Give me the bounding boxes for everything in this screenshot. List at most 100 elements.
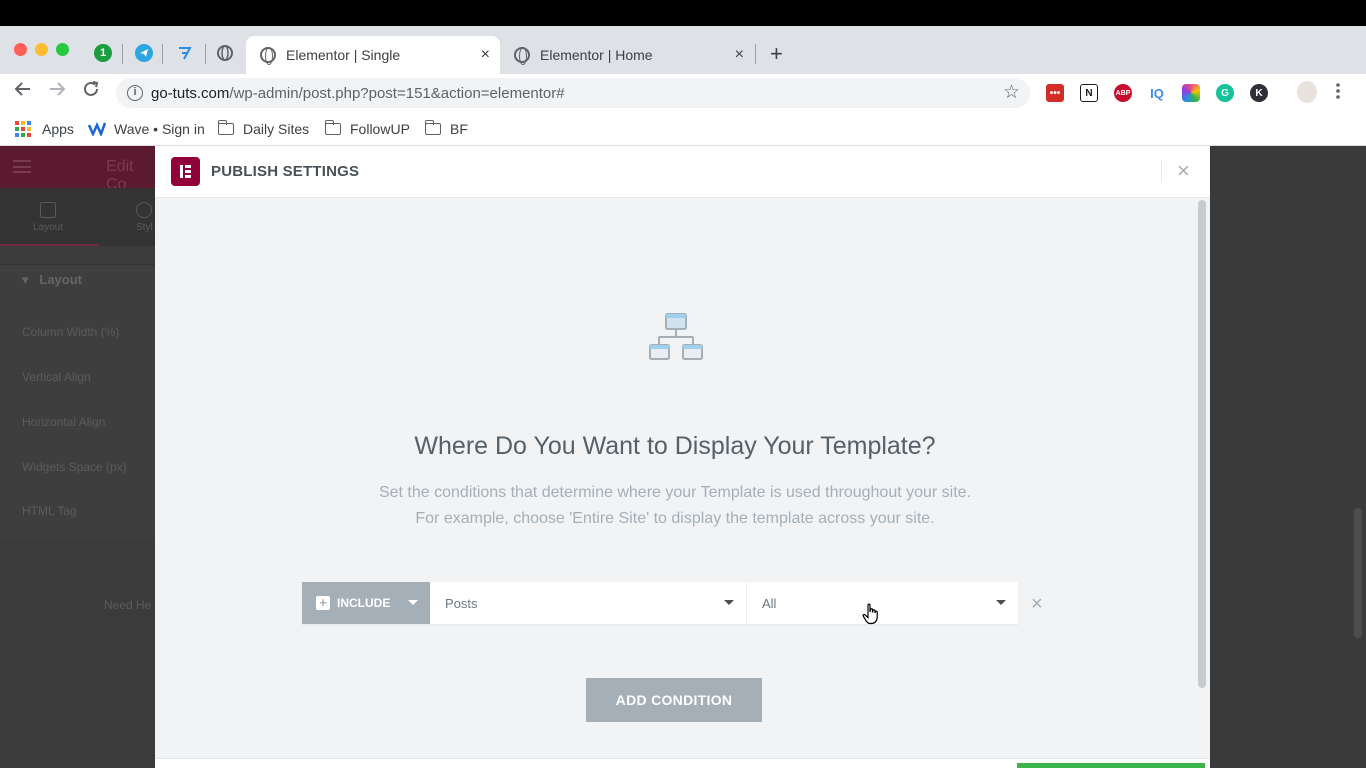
pinned-tab-globe-icon[interactable]	[216, 44, 234, 62]
close-icon[interactable]: ×	[1177, 158, 1190, 184]
bookmarks-bar: Apps Wave • Sign in Daily Sites FollowUP…	[0, 112, 1366, 146]
browser-toolbar: i go-tuts.com/wp-admin/post.php?post=151…	[0, 74, 1366, 112]
sitemap-icon	[649, 313, 703, 360]
iq-icon[interactable]: IQ	[1148, 84, 1166, 102]
modal-scrollbar[interactable]	[1198, 200, 1206, 688]
section-label: Layout	[39, 272, 82, 287]
bookmark-label: FollowUP	[350, 121, 410, 137]
bookmark-bf[interactable]: BF	[424, 120, 468, 137]
grammarly-icon[interactable]: G	[1216, 84, 1234, 102]
globe-icon	[514, 47, 530, 65]
hand-cursor-icon	[862, 603, 878, 625]
control-horizontal-align: Horizontal Align	[22, 415, 106, 429]
tab-style[interactable]: Styl	[136, 202, 153, 233]
tab-label: Elementor | Home	[540, 47, 653, 63]
description-line: Set the conditions that determine where …	[378, 484, 972, 501]
tab-close-icon[interactable]: ×	[735, 46, 744, 64]
window-close-button[interactable]	[14, 43, 27, 56]
pinned-tab-1password-icon[interactable]: 1	[94, 44, 112, 62]
bookmark-label: Apps	[42, 121, 74, 137]
hamburger-menu-icon[interactable]	[13, 160, 31, 173]
profile-avatar[interactable]	[1297, 81, 1317, 103]
back-arrow-icon[interactable]	[14, 80, 32, 104]
caret-down-icon	[996, 600, 1006, 605]
need-help-link[interactable]: Need He	[104, 598, 151, 612]
remove-condition-icon[interactable]: ×	[1031, 593, 1043, 616]
forward-arrow-icon[interactable]	[48, 80, 66, 104]
section-title-layout[interactable]: ▾ Layout	[22, 272, 82, 288]
tab-style-label: Styl	[136, 222, 153, 233]
tab-separator	[162, 44, 163, 64]
condition-sub-select[interactable]: All	[747, 582, 1018, 624]
tab-layout-label: Layout	[33, 222, 64, 233]
condition-sub-value: All	[762, 595, 777, 611]
tab-separator	[755, 44, 756, 64]
bookmark-apps[interactable]: Apps	[15, 121, 74, 137]
control-vertical-align: Vertical Align	[22, 370, 91, 384]
tab-separator	[205, 44, 206, 64]
condition-type-select[interactable]: + INCLUDE	[302, 582, 430, 624]
tab-label: Elementor | Single	[286, 47, 401, 63]
url-host: go-tuts.com	[151, 85, 230, 102]
elementor-editor: Edit Co Layout Styl ▾ Layout Column Widt…	[0, 146, 1366, 768]
preview-scrollbar[interactable]	[1354, 508, 1362, 638]
notion-icon[interactable]: N	[1080, 84, 1098, 102]
address-bar[interactable]: i go-tuts.com/wp-admin/post.php?post=151…	[116, 78, 1030, 108]
caret-down-icon	[724, 600, 734, 605]
reload-icon[interactable]	[82, 80, 100, 104]
editor-panel: Edit Co Layout Styl ▾ Layout Column Widt…	[0, 146, 155, 768]
condition-name-select[interactable]: Posts	[430, 582, 746, 624]
bookmark-label: Daily Sites	[243, 121, 310, 137]
lastpass-icon[interactable]: •••	[1046, 84, 1064, 102]
globe-icon	[260, 47, 276, 65]
bookmark-followup[interactable]: FollowUP	[324, 120, 410, 137]
folder-icon	[217, 120, 234, 135]
tab-close-icon[interactable]: ×	[481, 46, 490, 64]
caret-down-icon	[408, 600, 418, 605]
colorzilla-icon[interactable]	[1182, 84, 1200, 102]
apps-grid-icon	[15, 121, 31, 137]
tab-elementor-single[interactable]: Elementor | Single ×	[246, 36, 500, 74]
condition-name-value: Posts	[445, 595, 478, 611]
save-button[interactable]	[1017, 763, 1205, 768]
modal-title: PUBLISH SETTINGS	[211, 163, 360, 180]
condition-row: + INCLUDE Posts All	[302, 582, 1018, 624]
modal-header: PUBLISH SETTINGS ×	[155, 146, 1210, 198]
header-divider	[1161, 160, 1162, 182]
bookmark-daily-sites[interactable]: Daily Sites	[217, 120, 310, 137]
url-path: /wp-admin/post.php?post=151&action=eleme…	[229, 85, 565, 102]
add-condition-button[interactable]: ADD CONDITION	[586, 678, 762, 722]
bookmark-label: BF	[450, 121, 468, 137]
elementor-logo-icon	[171, 157, 200, 186]
pinned-tab-telegram-icon[interactable]	[135, 44, 153, 62]
bookmark-wave[interactable]: Wave • Sign in	[88, 121, 205, 137]
wave-icon	[88, 122, 106, 136]
site-info-icon[interactable]: i	[127, 85, 143, 101]
panel-tabs: Layout Styl	[0, 188, 155, 246]
control-widgets-space: Widgets Space (px)	[22, 460, 127, 474]
layout-section	[0, 264, 155, 540]
description-line: For example, choose 'Entire Site' to dis…	[415, 510, 935, 527]
conditions-description: Set the conditions that determine where …	[155, 480, 1195, 532]
k-icon[interactable]: K	[1250, 84, 1268, 102]
control-html-tag: HTML Tag	[22, 504, 77, 518]
screen: 1 Elementor | Single × Elementor | Home	[0, 0, 1366, 768]
active-tab-indicator	[0, 244, 99, 246]
window-minimize-button[interactable]	[35, 43, 48, 56]
tab-separator	[122, 44, 123, 64]
pinned-tab-typora-icon[interactable]	[176, 44, 194, 62]
bookmark-star-icon[interactable]: ☆	[1003, 81, 1020, 104]
tab-layout[interactable]: Layout	[33, 202, 63, 233]
plus-icon: +	[316, 596, 330, 610]
window-zoom-button[interactable]	[56, 43, 69, 56]
tab-elementor-home[interactable]: Elementor | Home ×	[500, 36, 754, 74]
new-tab-button[interactable]: +	[770, 41, 783, 67]
layout-icon	[40, 202, 57, 218]
browser-chrome: 1 Elementor | Single × Elementor | Home	[0, 26, 1366, 146]
control-column-width: Column Width (%)	[22, 325, 120, 339]
style-icon	[136, 202, 153, 218]
panel-header: Edit Co	[0, 146, 155, 193]
adblock-icon[interactable]: ABP	[1114, 84, 1132, 102]
browser-menu-icon[interactable]	[1335, 82, 1341, 106]
folder-icon	[424, 120, 441, 135]
